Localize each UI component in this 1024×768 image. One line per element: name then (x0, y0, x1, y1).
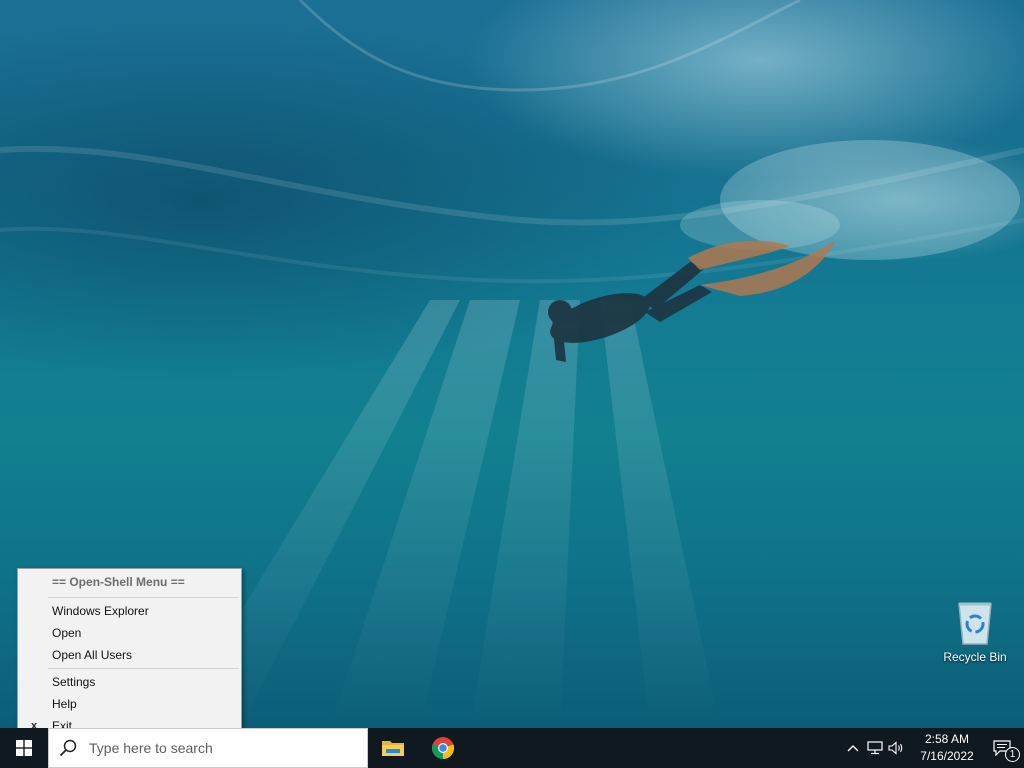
volume-icon (888, 741, 903, 755)
clock-time: 2:58 AM (924, 732, 970, 746)
action-center-button[interactable]: 1 (980, 728, 1024, 768)
taskbar-search-box[interactable]: Type here to search (48, 728, 368, 768)
folder-icon (382, 741, 404, 756)
taskbar-empty-area[interactable] (468, 728, 842, 768)
menu-item-label: Windows Explorer (52, 604, 149, 618)
open-shell-context-menu: == Open-Shell Menu == Windows Explorer O… (17, 568, 242, 742)
start-button[interactable] (0, 728, 48, 768)
search-placeholder: Type here to search (89, 740, 213, 756)
windows-logo-icon (16, 740, 32, 756)
menu-item-help[interactable]: Help (18, 693, 241, 715)
recycle-bin-label: Recycle Bin (943, 650, 1007, 664)
recycle-bin-icon (958, 602, 992, 645)
clock-date: 7/16/2022 (920, 749, 974, 763)
taskbar-clock[interactable]: 2:58 AM 7/16/2022 (914, 728, 980, 768)
recycle-bin-shortcut[interactable]: Recycle Bin (938, 598, 1012, 672)
network-button[interactable] (864, 728, 886, 768)
notification-count-badge: 1 (1005, 747, 1020, 762)
show-hidden-icons-button[interactable] (842, 728, 864, 768)
menu-item-settings[interactable]: Settings (18, 671, 241, 693)
taskbar: Type here to search 2:58 AM 7/16/2022 1 (0, 728, 1024, 768)
menu-item-label: Open All Users (52, 648, 133, 662)
menu-item-label: Settings (52, 675, 96, 689)
system-tray: 2:58 AM 7/16/2022 1 (842, 728, 1024, 768)
search-icon (59, 739, 77, 757)
menu-item-label: Help (52, 697, 77, 711)
menu-item-windows-explorer[interactable]: Windows Explorer (18, 600, 241, 622)
chrome-icon (431, 737, 455, 760)
taskbar-app-file-explorer[interactable] (368, 728, 418, 768)
menu-item-label: Open (52, 626, 82, 640)
menu-separator (48, 597, 239, 598)
menu-item-open[interactable]: Open (18, 622, 241, 644)
volume-button[interactable] (886, 728, 908, 768)
menu-header: == Open-Shell Menu == (52, 575, 185, 589)
chevron-up-icon (847, 745, 859, 752)
network-icon (867, 741, 883, 755)
menu-separator (48, 668, 239, 669)
taskbar-app-chrome[interactable] (418, 728, 468, 768)
menu-item-open-all-users[interactable]: Open All Users (18, 644, 241, 666)
